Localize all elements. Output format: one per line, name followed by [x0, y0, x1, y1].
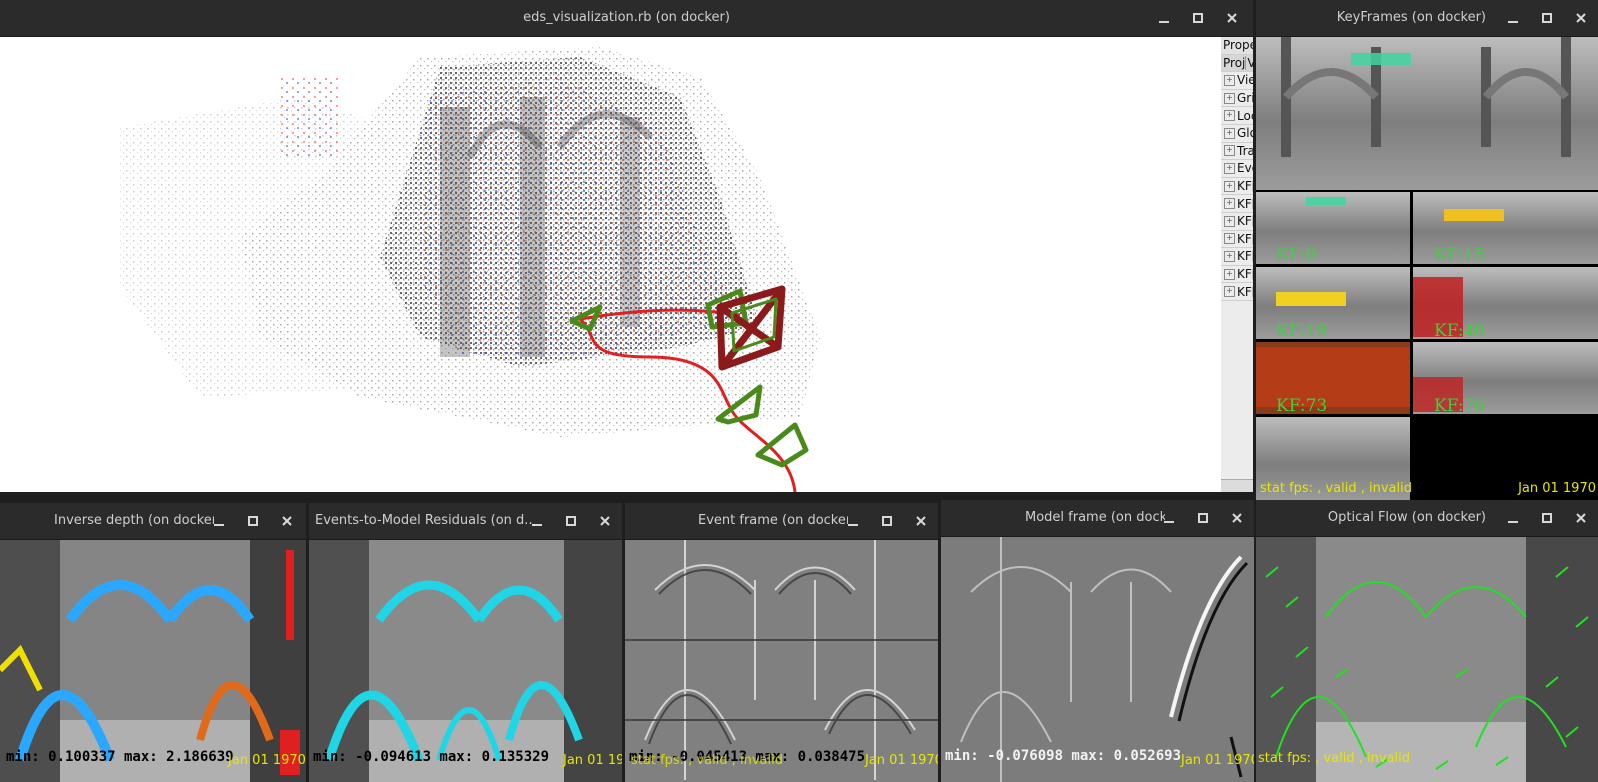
- tree-item-kf[interactable]: +KF[: [1221, 213, 1253, 231]
- horizontal-scrollbar[interactable]: [1221, 479, 1253, 492]
- tree-item-kf[interactable]: +KF[: [1221, 283, 1253, 301]
- tree-item-local[interactable]: +Loc: [1221, 107, 1253, 125]
- titlebar[interactable]: eds_visualization.rb (on docker): [0, 0, 1253, 37]
- expand-icon[interactable]: +: [1224, 250, 1235, 262]
- expand-icon[interactable]: +: [1224, 162, 1235, 174]
- timestamp: Jan 01 1970: [563, 753, 622, 768]
- timestamp: Jan 01 1970: [1181, 753, 1254, 768]
- property-columns: Proj V: [1221, 54, 1253, 73]
- tree-item-kf[interactable]: +KF[: [1221, 178, 1253, 196]
- window-title: Model frame (on docker): [1025, 510, 1165, 525]
- expand-icon[interactable]: +: [1224, 233, 1235, 245]
- kf-label-76: KF:76: [1434, 396, 1486, 416]
- optical-flow-window: Optical Flow (on docker) stat fps: , val…: [1256, 500, 1598, 782]
- close-icon[interactable]: [1564, 0, 1598, 36]
- keyframe-large: [1256, 37, 1598, 190]
- status-text: stat fps: , valid , invalid: [631, 753, 783, 768]
- tree-item-grid[interactable]: + Gri: [1221, 90, 1253, 108]
- min-max-overlay: min: -0.094613 max: 0.135329: [313, 749, 550, 765]
- 3d-viewport[interactable]: [0, 37, 1243, 492]
- timestamp: Jan 01 1970: [865, 753, 938, 768]
- kf-label-73: KF:73: [1276, 396, 1328, 416]
- titlebar[interactable]: Inverse depth (on docker): [0, 503, 306, 540]
- expand-icon[interactable]: +: [1224, 92, 1235, 104]
- maximize-icon[interactable]: [1530, 0, 1564, 36]
- maximize-icon[interactable]: [236, 503, 270, 539]
- kf-label-15: KF:15: [1434, 245, 1486, 265]
- inverse-depth-image: [0, 540, 306, 782]
- titlebar[interactable]: Events-to-Model Residuals (on d...: [309, 503, 622, 540]
- minimize-icon[interactable]: [202, 503, 236, 539]
- expand-icon[interactable]: +: [1224, 127, 1235, 139]
- expand-icon[interactable]: +: [1224, 268, 1235, 280]
- kf-label-19: KF:19: [1276, 321, 1328, 341]
- tree-item-kf[interactable]: +KF[: [1221, 231, 1253, 249]
- optical-flow-image: [1256, 537, 1598, 782]
- window-title: KeyFrames (on docker): [1336, 10, 1486, 25]
- model-frame-window: Model frame (on docker) min: -0.076098 m…: [941, 500, 1254, 782]
- min-max-overlay: min: -0.076098 max: 0.052693: [945, 748, 1182, 764]
- expand-icon[interactable]: +: [1224, 110, 1235, 122]
- minimize-icon[interactable]: [836, 503, 870, 539]
- window-title: Event frame (on docker): [698, 513, 848, 528]
- column-property[interactable]: Proj: [1221, 56, 1245, 70]
- residuals-image: [309, 540, 622, 782]
- status-text: stat fps: , valid , invalid: [1258, 751, 1410, 766]
- maximize-icon[interactable]: [554, 503, 588, 539]
- minimize-icon[interactable]: [1152, 500, 1186, 536]
- event-frame-image: [625, 540, 938, 782]
- minimize-icon[interactable]: [1496, 500, 1530, 536]
- property-panel[interactable]: Prope Proj V +Vie +Gri +Loc +Glo +Tra +E…: [1221, 37, 1253, 492]
- tree-item-kf[interactable]: +KF[: [1221, 195, 1253, 213]
- close-icon[interactable]: [1220, 500, 1254, 536]
- expand-icon[interactable]: +: [1224, 180, 1235, 192]
- tree-item-view[interactable]: +Vie: [1221, 72, 1253, 90]
- expand-icon[interactable]: +: [1224, 198, 1235, 210]
- timestamp: Jan 01 1970: [1518, 481, 1596, 496]
- expand-icon[interactable]: +: [1224, 145, 1235, 157]
- close-icon[interactable]: [588, 503, 622, 539]
- window-title: Optical Flow (on docker): [1327, 510, 1486, 525]
- close-icon[interactable]: [1564, 500, 1598, 536]
- property-header: Prope: [1221, 37, 1253, 55]
- keyframe-mosaic: [1256, 37, 1598, 503]
- maximize-icon[interactable]: [1181, 0, 1215, 36]
- titlebar[interactable]: Optical Flow (on docker): [1256, 500, 1598, 537]
- close-icon[interactable]: [270, 503, 304, 539]
- titlebar[interactable]: Event frame (on docker): [625, 503, 938, 540]
- titlebar[interactable]: KeyFrames (on docker): [1256, 0, 1598, 37]
- expand-icon[interactable]: +: [1224, 286, 1235, 298]
- expand-icon[interactable]: +: [1224, 215, 1235, 227]
- tree-item-events[interactable]: +Eve: [1221, 160, 1253, 178]
- maximize-icon[interactable]: [870, 503, 904, 539]
- event-frame-window: Event frame (on docker) min: -0.045413 m…: [625, 503, 938, 782]
- window-title: eds_visualization.rb (on docker): [523, 10, 730, 25]
- residuals-window: Events-to-Model Residuals (on d... min: …: [309, 503, 622, 782]
- column-value[interactable]: V: [1245, 55, 1253, 70]
- main-visualization-window: eds_visualization.rb (on docker) Prop Pr…: [0, 0, 1253, 492]
- close-icon[interactable]: [1215, 0, 1249, 36]
- inverse-depth-window: Inverse depth (on docker) min: 0.100337 …: [0, 503, 306, 782]
- kf-label-40: KF:40: [1434, 321, 1486, 341]
- timestamp: Jan 01 1970: [228, 753, 306, 768]
- close-icon[interactable]: [904, 503, 938, 539]
- tree-item-kf[interactable]: +KF[: [1221, 248, 1253, 266]
- kf-label-0: KF:0: [1276, 245, 1317, 265]
- window-title: Inverse depth (on docker): [54, 513, 214, 528]
- minimize-icon[interactable]: [520, 503, 554, 539]
- maximize-icon[interactable]: [1186, 500, 1220, 536]
- minimize-icon[interactable]: [1147, 0, 1181, 36]
- minimize-icon[interactable]: [1496, 0, 1530, 36]
- titlebar[interactable]: Model frame (on docker): [941, 500, 1254, 537]
- tree-item-kf[interactable]: +KF[: [1221, 266, 1253, 284]
- status-text: stat fps: , valid , invalid: [1260, 481, 1412, 496]
- tree-item-global[interactable]: +Glo: [1221, 125, 1253, 143]
- maximize-icon[interactable]: [1530, 500, 1564, 536]
- expand-icon[interactable]: +: [1224, 74, 1235, 86]
- window-title: Events-to-Model Residuals (on d...: [315, 513, 533, 528]
- tree-item-trajectory[interactable]: +Tra: [1221, 143, 1253, 161]
- keyframes-window: KeyFrames (on docker) KF:0 KF:15 KF:19 K…: [1256, 0, 1598, 503]
- model-frame-image: [941, 537, 1254, 782]
- min-max-overlay: min: 0.100337 max: 2.186639: [6, 749, 234, 765]
